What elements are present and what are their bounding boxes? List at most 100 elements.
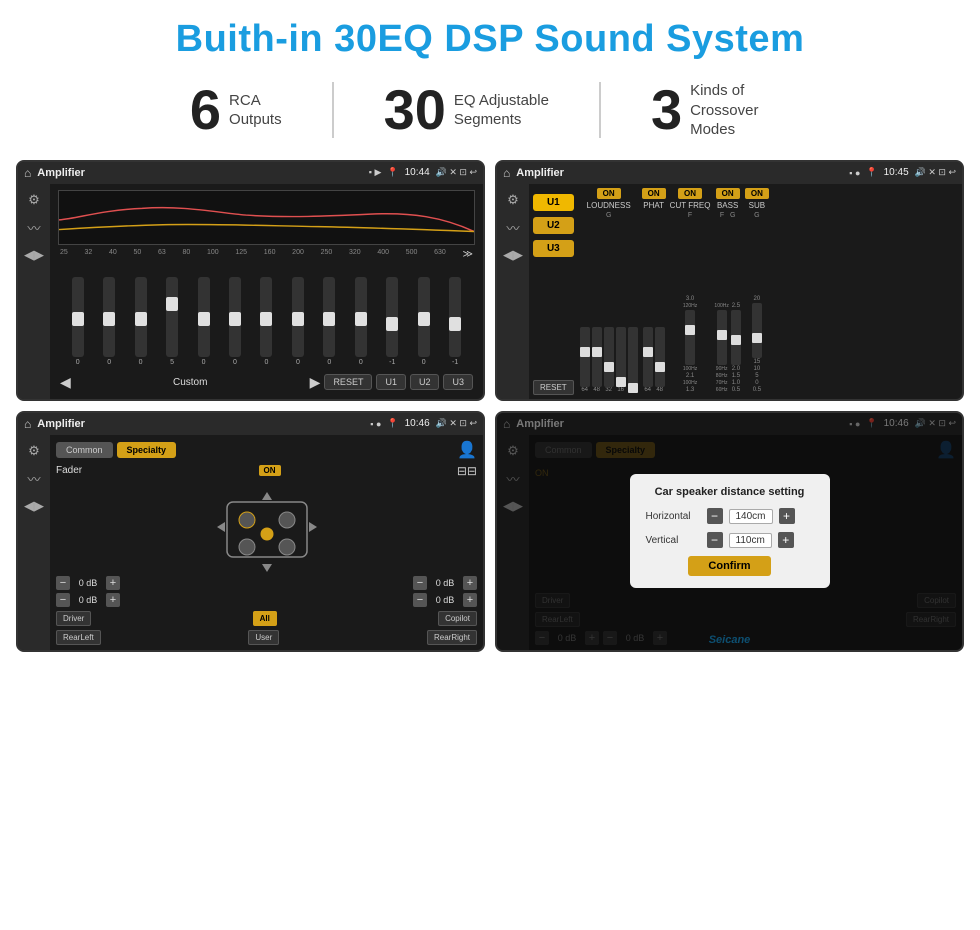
loudness-slider2: 48 — [592, 327, 602, 393]
vertical-minus[interactable]: − — [707, 532, 723, 548]
stat-crossover-label: Kinds ofCrossover Modes — [690, 81, 790, 140]
eq-slider-1: 0 — [72, 277, 84, 366]
loudness-slider5: 0 — [628, 327, 638, 393]
cutfreq-on[interactable]: ON — [678, 188, 702, 199]
screen-fader-header: ⌂ Amplifier ▪ ● 📍 10:46 🔊 ✕ ⊡ ↩ — [18, 413, 483, 435]
speaker-svg — [207, 482, 327, 572]
stat-eq-label: EQ AdjustableSegments — [454, 91, 549, 130]
eq-sidebar-icon2[interactable]: 〰 — [27, 218, 40, 237]
vol-minus-4[interactable]: − — [413, 593, 427, 607]
vertical-plus[interactable]: + — [778, 532, 794, 548]
crossover-sidebar-icon2[interactable]: 〰 — [506, 218, 519, 237]
distance-dialog: Car speaker distance setting Horizontal … — [630, 474, 830, 588]
fader-location-icon: 📍 — [387, 418, 398, 429]
eq-u1-btn[interactable]: U1 — [376, 374, 406, 390]
eq-prev-btn[interactable]: ◀ — [60, 374, 71, 391]
fader-sidebar-icon3[interactable]: ◀▶ — [24, 498, 44, 514]
eq-slider-7: 0 — [260, 277, 272, 366]
cutfreq-label: CUT FREQ — [670, 201, 711, 210]
crossover-sidebar-icon3[interactable]: ◀▶ — [503, 247, 523, 263]
distance-dialog-overlay: Car speaker distance setting Horizontal … — [497, 413, 962, 650]
crossover-home-icon[interactable]: ⌂ — [503, 166, 510, 180]
confirm-button[interactable]: Confirm — [688, 556, 770, 576]
eq-bottom-controls: ◀ Custom ▶ RESET U1 U2 U3 — [58, 370, 475, 393]
stat-eq-number: 30 — [384, 82, 446, 138]
fader-label: Fader — [56, 465, 82, 476]
screen-eq-body: ⚙ 〰 ◀▶ 25 32 40 50 63 — [18, 184, 483, 399]
screen-eq-controls: 🔊 ✕ ⊡ ↩ — [436, 167, 477, 178]
eq-slider-13: -1 — [449, 277, 461, 366]
fader-toggle[interactable]: ⊟⊟ — [457, 464, 477, 478]
screen-crossover: ⌂ Amplifier ▪ ● 📍 10:45 🔊 ✕ ⊡ ↩ ⚙ 〰 ◀▶ U… — [495, 160, 964, 401]
crossover-reset-btn[interactable]: RESET — [533, 380, 574, 395]
eq-next-btn[interactable]: ▶ — [310, 374, 321, 391]
sub-label: SUB — [749, 201, 765, 210]
screen-fader-body: ⚙ 〰 ◀▶ Common Specialty 👤 Fader ON ⊟⊟ — [18, 435, 483, 650]
seat-all-btn[interactable]: All — [253, 611, 277, 626]
eq-freq-labels: 25 32 40 50 63 80 100 125 160 200 250 32… — [58, 249, 475, 260]
eq-mode-label: Custom — [75, 377, 306, 388]
horizontal-plus[interactable]: + — [779, 508, 795, 524]
vol-plus-2[interactable]: + — [106, 593, 120, 607]
fader-on-badge[interactable]: ON — [259, 465, 281, 476]
phat-on[interactable]: ON — [642, 188, 666, 199]
seat-copilot-btn[interactable]: Copilot — [438, 611, 477, 626]
screen-crossover-header: ⌂ Amplifier ▪ ● 📍 10:45 🔊 ✕ ⊡ ↩ — [497, 162, 962, 184]
fader-sidebar-icon2[interactable]: 〰 — [27, 469, 40, 488]
loudness-on[interactable]: ON — [597, 188, 621, 199]
fader-sidebar-icon1[interactable]: ⚙ — [28, 443, 40, 459]
horizontal-row: Horizontal − 140cm + — [646, 508, 814, 524]
seat-driver-btn[interactable]: Driver — [56, 611, 91, 626]
fader-tab-common[interactable]: Common — [56, 442, 113, 458]
vol-minus-2[interactable]: − — [56, 593, 70, 607]
screen-eq-title: Amplifier — [37, 167, 363, 179]
eq-sidebar-icon3[interactable]: ◀▶ — [24, 247, 44, 263]
u1-button[interactable]: U1 — [533, 194, 574, 211]
fader-tab-specialty[interactable]: Specialty — [117, 442, 177, 458]
eq-slider-2: 0 — [103, 277, 115, 366]
eq-reset-btn[interactable]: RESET — [324, 374, 372, 390]
vol-minus-1[interactable]: − — [56, 576, 70, 590]
vol-minus-3[interactable]: − — [413, 576, 427, 590]
eq-slider-10: 0 — [355, 277, 367, 366]
loudness-slider4: 16 — [616, 327, 626, 393]
phat-slider2: 48 — [655, 327, 665, 393]
phat-slider1: 64 — [643, 327, 653, 393]
eq-u3-btn[interactable]: U3 — [443, 374, 473, 390]
header-icons-eq: ▪ ▶ — [369, 167, 382, 178]
screen-distance: ⌂ Amplifier ▪ ● 📍 10:46 🔊 ✕ ⊡ ↩ ⚙ 〰 ◀▶ C… — [495, 411, 964, 652]
seat-user-btn[interactable]: User — [248, 630, 279, 645]
fader-sidebar: ⚙ 〰 ◀▶ — [18, 435, 50, 650]
seat-rearright-btn[interactable]: RearRight — [427, 630, 477, 645]
u3-button[interactable]: U3 — [533, 240, 574, 257]
fader-tabs: Common Specialty — [56, 442, 176, 458]
screen-fader-title: Amplifier — [37, 418, 364, 430]
speaker-diagram — [56, 482, 477, 572]
expand-arrows[interactable]: ≫ — [463, 249, 473, 260]
eq-sidebar-icon1[interactable]: ⚙ — [28, 192, 40, 208]
horizontal-minus[interactable]: − — [707, 508, 723, 524]
fader-main-panel: Common Specialty 👤 Fader ON ⊟⊟ — [50, 435, 483, 650]
vol-plus-4[interactable]: + — [463, 593, 477, 607]
seat-rearleft-btn[interactable]: RearLeft — [56, 630, 101, 645]
eq-u2-btn[interactable]: U2 — [410, 374, 440, 390]
crossover-sidebar-icon1[interactable]: ⚙ — [507, 192, 519, 208]
fader-home-icon[interactable]: ⌂ — [24, 417, 31, 431]
vol-val-3: 0 dB — [430, 578, 460, 588]
vol-plus-1[interactable]: + — [106, 576, 120, 590]
vol-row-3: − 0 dB + — [413, 576, 477, 590]
u2-button[interactable]: U2 — [533, 217, 574, 234]
screen-crossover-title: Amplifier — [516, 167, 843, 179]
sub-on[interactable]: ON — [745, 188, 769, 199]
bass-on[interactable]: ON — [716, 188, 740, 199]
vol-plus-3[interactable]: + — [463, 576, 477, 590]
stat-rca-label: RCAOutputs — [229, 91, 282, 130]
screen-eq-header: ⌂ Amplifier ▪ ▶ 📍 10:44 🔊 ✕ ⊡ ↩ — [18, 162, 483, 184]
crossover-controls: 🔊 ✕ ⊡ ↩ — [915, 167, 956, 178]
horizontal-label: Horizontal — [646, 511, 701, 522]
loudness-label: LOUDNESS — [587, 201, 631, 210]
vol-val-2: 0 dB — [73, 595, 103, 605]
eq-slider-9: 0 — [323, 277, 335, 366]
home-icon[interactable]: ⌂ — [24, 166, 31, 180]
screen-eq-time: 10:44 — [405, 167, 430, 178]
